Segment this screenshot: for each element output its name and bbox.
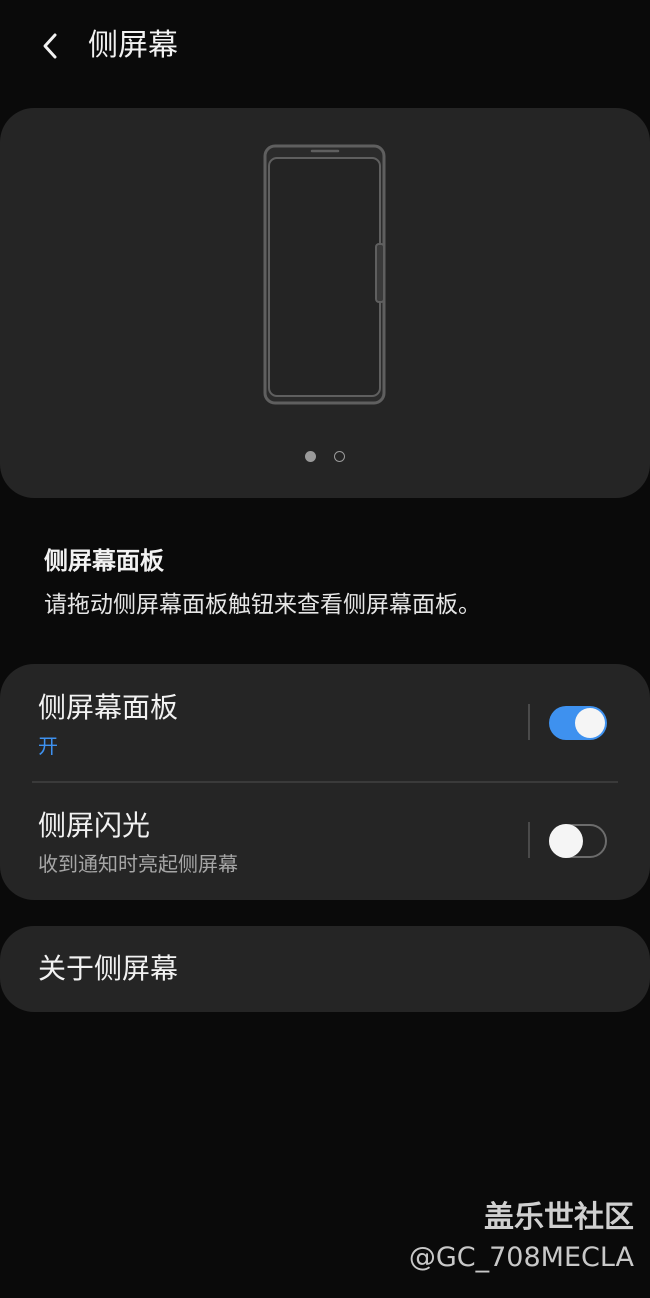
settings-card: 侧屏幕面板 开 侧屏闪光 收到通知时亮起侧屏幕 (0, 664, 650, 900)
setting-title: 侧屏闪光 (38, 809, 151, 842)
page-indicator-dot-active (305, 451, 316, 462)
section-description: 请拖动侧屏幕面板触钮来查看侧屏幕面板。 (44, 592, 481, 618)
section-title: 侧屏幕面板 (44, 547, 164, 575)
watermark-title: 盖乐世社区 (484, 1200, 634, 1235)
phone-edge-handle-illustration (263, 144, 386, 405)
edge-panels-setting-row[interactable]: 侧屏幕面板 开 (0, 664, 650, 782)
back-button[interactable] (28, 24, 72, 68)
setting-title: 侧屏幕面板 (38, 691, 179, 724)
toggle-knob (575, 708, 605, 738)
edge-lighting-setting-row[interactable]: 侧屏闪光 收到通知时亮起侧屏幕 (0, 782, 650, 900)
toggle-knob (549, 824, 583, 858)
edge-panels-toggle[interactable] (549, 706, 607, 740)
about-edge-screen-item[interactable]: 关于侧屏幕 (0, 926, 650, 1012)
vertical-divider (528, 704, 530, 740)
watermark-handle: @GC_708MECLA (408, 1242, 634, 1273)
about-label: 关于侧屏幕 (38, 952, 179, 985)
edge-screen-illustration-card[interactable] (0, 108, 650, 498)
chevron-left-icon (43, 33, 57, 59)
top-app-bar: 侧屏幕 (0, 0, 650, 92)
page-title: 侧屏幕 (88, 28, 178, 63)
page-indicator-dot (334, 451, 345, 462)
vertical-divider (528, 822, 530, 858)
edge-lighting-toggle[interactable] (549, 824, 607, 858)
setting-subtitle: 收到通知时亮起侧屏幕 (38, 852, 238, 876)
setting-status: 开 (38, 734, 58, 758)
